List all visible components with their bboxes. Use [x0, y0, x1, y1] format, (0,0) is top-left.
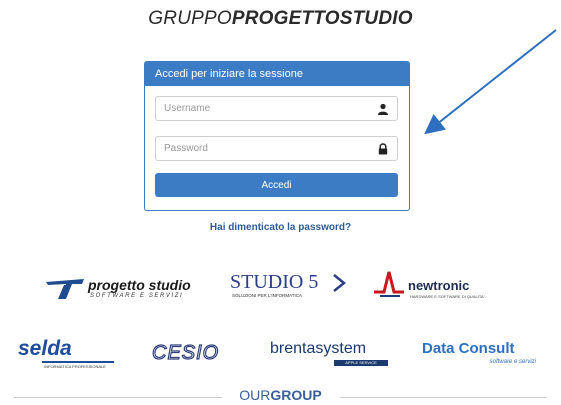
brentasystem-badge: APPLE SERVICE	[334, 360, 388, 366]
cesio-logo-icon: CESIO	[152, 341, 219, 364]
data-consult-tagline: software e servizi	[489, 359, 536, 365]
logo-selda: selda INFORMATICA PROFESSIONALE	[18, 337, 118, 369]
svg-text:CESIO: CESIO	[152, 342, 219, 364]
progetto-studio-name: progetto studio	[88, 277, 191, 293]
footer-bold: GROUP	[270, 387, 322, 403]
footer-light: OUR	[239, 387, 271, 403]
selda-name: selda	[18, 337, 72, 360]
logo-progetto-studio: progetto studio SOFTWARE E SERVIZI	[44, 275, 214, 301]
progetto-studio-mark-icon	[46, 279, 84, 299]
newtronic-mark-icon	[374, 271, 404, 297]
brentasystem-name: brentasystem	[270, 340, 367, 357]
data-consult-name: Data Consult	[422, 340, 515, 357]
progetto-studio-tagline: SOFTWARE E SERVIZI	[90, 293, 184, 299]
footer-our-group: OURGROUP	[0, 387, 561, 403]
logo-newtronic: newtronic HARDWARE E SOFTWARE DI QUALITA…	[372, 268, 502, 304]
newtronic-name: newtronic	[408, 278, 470, 293]
logo-brentasystem: brentasystem APPLE SERVICE	[270, 340, 395, 372]
newtronic-tagline: HARDWARE E SOFTWARE DI QUALITA'	[410, 294, 485, 299]
logo-studio5: STUDIO 5 SOLUZIONI PER L'INFORMATICA	[230, 271, 355, 301]
studio5-tagline: SOLUZIONI PER L'INFORMATICA	[232, 293, 303, 298]
logo-data-consult: Data Consult software e servizi	[422, 340, 542, 372]
logo-cesio: CESIO	[152, 340, 242, 364]
selda-underline	[42, 361, 114, 363]
studio5-chevron-icon	[333, 274, 347, 292]
studio5-name: STUDIO 5	[230, 271, 319, 293]
selda-tagline: INFORMATICA PROFESSIONALE	[44, 364, 106, 369]
